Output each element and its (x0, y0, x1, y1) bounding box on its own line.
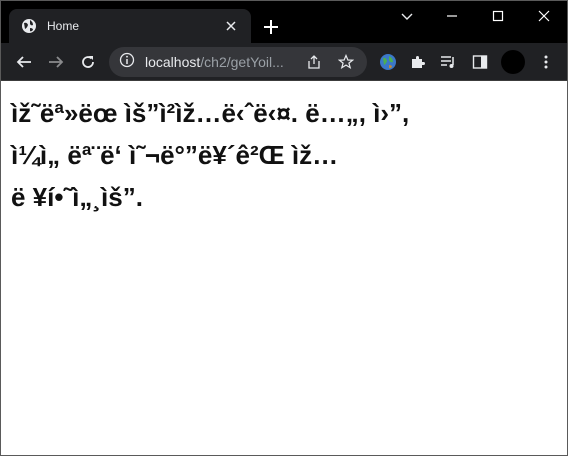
minimize-button[interactable] (429, 1, 475, 31)
tab-strip: Home (1, 1, 567, 43)
tab-search-button[interactable] (395, 7, 419, 27)
side-panel-icon[interactable] (465, 47, 495, 77)
kebab-menu-icon[interactable] (531, 47, 561, 77)
maximize-icon (492, 10, 504, 22)
globe-extension-icon[interactable] (373, 47, 403, 77)
star-icon[interactable] (335, 51, 357, 73)
chevron-down-icon (401, 13, 413, 20)
globe-icon (21, 18, 37, 34)
arrow-right-icon (49, 56, 64, 68)
info-icon[interactable] (119, 52, 135, 73)
address-bar[interactable]: localhost/ch2/getYoil... (109, 47, 367, 77)
media-control-icon[interactable] (433, 47, 463, 77)
maximize-button[interactable] (475, 1, 521, 31)
error-message: ìž˜ëª»ëœ ìš”ì²­ìž…ë‹ˆë‹¤. ë…„, ì›”, ì¼ì„… (11, 92, 556, 218)
back-button[interactable] (9, 47, 39, 77)
message-line-1: ìž˜ëª»ëœ ìš”ì²­ìž…ë‹ˆë‹¤. ë…„, ì›”, (11, 98, 410, 128)
browser-toolbar: localhost/ch2/getYoil... (1, 43, 567, 81)
message-line-2: ì¼ì„ ëª¨ë‘ ì˜¬ë°”ë¥´ê²Œ ìž… (11, 140, 339, 170)
window-controls (429, 1, 567, 33)
url-text[interactable]: localhost/ch2/getYoil... (145, 54, 295, 70)
url-host: localhost (145, 54, 201, 70)
share-icon[interactable] (303, 51, 325, 73)
message-line-3: ë ¥í•˜ì„¸ìš”. (11, 182, 143, 212)
arrow-left-icon (16, 56, 31, 68)
page-content: ìž˜ëª»ëœ ìš”ì²­ìž…ë‹ˆë‹¤. ë…„, ì›”, ì¼ì„… (1, 82, 567, 455)
forward-button[interactable] (41, 47, 71, 77)
puzzle-icon[interactable] (403, 47, 433, 77)
close-window-button[interactable] (521, 1, 567, 31)
close-icon[interactable] (221, 16, 241, 36)
url-path: /ch2/getYoil... (200, 54, 284, 70)
reload-button[interactable] (73, 47, 103, 77)
tab-home[interactable]: Home (9, 9, 251, 43)
avatar[interactable] (501, 50, 525, 74)
browser-window: Home localhost/ch2/getYoil... ìž˜ëª»ëœ ì… (0, 0, 568, 456)
plus-icon (264, 20, 278, 34)
new-tab-button[interactable] (260, 16, 282, 38)
tab-title: Home (47, 19, 80, 33)
close-icon (538, 10, 550, 22)
minimize-icon (447, 15, 457, 17)
reload-icon (82, 56, 94, 68)
